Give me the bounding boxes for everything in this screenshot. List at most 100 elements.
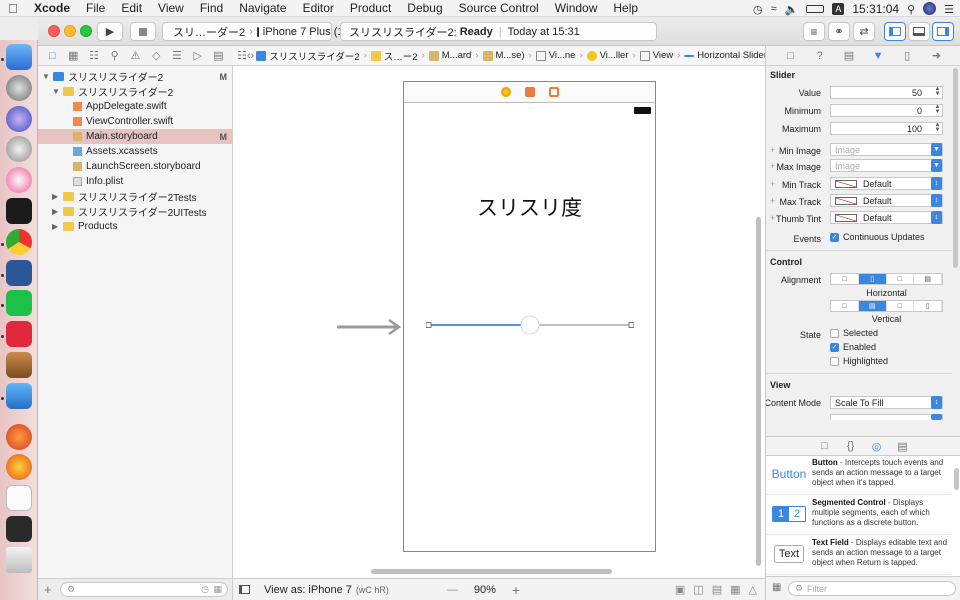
object-library-icon[interactable]: ◎	[871, 440, 883, 453]
view-controller-icon[interactable]	[501, 87, 511, 97]
battery-icon[interactable]	[806, 4, 825, 13]
continuous-updates-checkbox[interactable]: ✓ Continuous Updates	[830, 232, 925, 243]
tree-file-row[interactable]: Info.plist	[38, 174, 233, 189]
system-preferences-icon[interactable]	[6, 75, 32, 101]
identity-inspector-icon[interactable]: ▤	[843, 50, 855, 62]
test-navigator-diamond-icon[interactable]: ◇	[150, 50, 162, 62]
library-item-text-field[interactable]: Text Text Field - Displays editable text…	[766, 536, 951, 575]
vivaldi-icon[interactable]	[6, 321, 32, 347]
minimum-field[interactable]: 0 ▲ ▼	[830, 104, 943, 117]
align-top-icon[interactable]: □	[831, 301, 859, 311]
symbol-navigator-icon[interactable]: ☷	[88, 50, 100, 62]
menu-debug[interactable]: Debug	[399, 1, 450, 15]
activity-monitor-icon[interactable]	[6, 516, 32, 542]
source-control-icon[interactable]: ▦	[67, 50, 79, 62]
size-class-label[interactable]: (wC hR)	[356, 585, 389, 595]
vertical-alignment-segmented[interactable]: □ ▤ □ ▯	[830, 300, 943, 312]
tree-group-row[interactable]: ▶ Products	[38, 219, 233, 234]
content-mode-select[interactable]: Scale To Fill ↕	[830, 396, 943, 409]
line-icon[interactable]	[6, 290, 32, 316]
add-variation-plus-icon[interactable]: +	[770, 179, 775, 189]
disclosure-open-icon[interactable]: ▼	[42, 72, 51, 81]
siri-icon[interactable]	[923, 2, 937, 15]
maximum-field[interactable]: 100 ▲ ▼	[830, 122, 943, 135]
debug-navigator-icon[interactable]: ☰	[171, 50, 183, 62]
resize-handle-right[interactable]	[628, 322, 634, 328]
menubar-clock[interactable]: 15:31:04	[852, 2, 899, 16]
zoom-window-button[interactable]	[80, 25, 92, 37]
align-left-icon[interactable]: □	[831, 274, 859, 284]
score-label[interactable]: スリスリ度	[404, 192, 655, 222]
xcode-dock-icon[interactable]	[6, 383, 32, 409]
align-center-icon[interactable]: ▯	[858, 274, 887, 284]
thumb-tint-color-select[interactable]: Default ↕	[830, 211, 943, 224]
code-snippet-library-braces-icon[interactable]: {}	[845, 440, 857, 452]
jumpbar-crumb-file[interactable]: M...ard	[427, 50, 474, 61]
view-controller-scene[interactable]: スリスリ度	[403, 81, 656, 552]
menu-find[interactable]: Find	[192, 1, 231, 15]
max-image-select[interactable]: Image ▼	[830, 159, 943, 172]
jumpbar-crumb-view[interactable]: View	[638, 50, 675, 61]
apple-menu-icon[interactable]: 	[0, 1, 26, 16]
align-bottom-icon[interactable]: □	[887, 301, 915, 311]
align-fill-icon[interactable]: ▤	[914, 274, 942, 284]
close-window-button[interactable]	[48, 25, 60, 37]
resize-handle-left[interactable]	[426, 322, 432, 328]
stepper-icon[interactable]: ▲ ▼	[933, 122, 942, 134]
instruments-icon[interactable]	[6, 352, 32, 378]
launchpad-icon[interactable]	[6, 136, 32, 162]
terminal-icon[interactable]	[6, 198, 32, 224]
align-middle-icon[interactable]: ▤	[858, 301, 887, 311]
stepper-icon[interactable]: ▲ ▼	[933, 104, 942, 116]
jumpbar-crumb-scene[interactable]: Vi...ne	[534, 50, 578, 61]
chrome-icon[interactable]	[6, 229, 32, 255]
add-variation-plus-icon[interactable]: +	[770, 213, 775, 223]
siri-dock-icon[interactable]	[6, 106, 32, 132]
menu-file[interactable]: File	[78, 1, 113, 15]
file-template-library-icon[interactable]: □	[819, 440, 831, 452]
attributes-inspector-icon[interactable]: ▼	[872, 50, 884, 62]
firefox-icon[interactable]	[6, 454, 32, 480]
finder-icon[interactable]	[6, 44, 32, 70]
tree-file-row[interactable]: ViewController.swift	[38, 114, 233, 129]
tree-group-row[interactable]: ▶ スリスリスライダー2UITests	[38, 204, 233, 219]
find-navigator-search-icon[interactable]: ⚲	[109, 50, 121, 62]
wifi-icon[interactable]: ≈	[771, 3, 777, 15]
tree-group-row[interactable]: ▶ スリスリスライダー2Tests	[38, 189, 233, 204]
assistant-editor-button[interactable]: ⚭	[828, 22, 850, 41]
tree-file-row-selected[interactable]: Main.storyboard M	[38, 129, 233, 144]
menu-app[interactable]: Xcode	[26, 1, 78, 15]
size-inspector-ruler-icon[interactable]: ▯	[901, 50, 913, 62]
scheme-selector[interactable]: スリ…ーダー2 › iPhone 7 Plus (10.2)	[162, 22, 362, 41]
align-icon[interactable]: ▤	[712, 583, 722, 596]
stop-button[interactable]	[130, 22, 156, 41]
disclosure-closed-icon[interactable]: ▶	[52, 207, 61, 216]
embed-in-stack-icon[interactable]: ◫	[693, 583, 703, 596]
inspector-scrollbar[interactable]	[953, 68, 958, 268]
menu-help[interactable]: Help	[605, 1, 646, 15]
zoom-out-button[interactable]: —	[447, 584, 458, 596]
zoom-level[interactable]: 90%	[474, 584, 496, 596]
media-library-icon[interactable]: ▤	[897, 440, 909, 453]
disclosure-open-icon[interactable]: ▼	[52, 87, 61, 96]
recent-files-clock-icon[interactable]: ◷	[201, 584, 209, 595]
interface-builder-canvas[interactable]: スリスリ度	[233, 66, 765, 578]
notification-center-icon[interactable]: ☰	[944, 3, 954, 16]
input-source-icon[interactable]: A	[832, 2, 845, 15]
menu-source-control[interactable]: Source Control	[451, 1, 547, 15]
related-items-grid-icon[interactable]: ☷	[237, 50, 247, 62]
slider-thumb[interactable]	[520, 315, 540, 335]
min-track-color-select[interactable]: Default ↕	[830, 177, 943, 190]
menu-editor[interactable]: Editor	[295, 1, 342, 15]
horizontal-slider[interactable]	[426, 314, 634, 336]
connections-inspector-arrow-icon[interactable]: ➜	[930, 50, 942, 62]
word-icon[interactable]	[6, 260, 32, 286]
add-variation-plus-icon[interactable]: +	[770, 161, 775, 171]
canvas-vertical-scrollbar[interactable]	[756, 217, 761, 566]
issue-navigator-warning-icon[interactable]: ⚠	[129, 50, 141, 62]
jumpbar-crumb-project[interactable]: スリスリスライダー2	[254, 49, 361, 63]
document-icon[interactable]	[6, 485, 32, 511]
jumpbar-crumb-base[interactable]: M...se)	[481, 50, 527, 61]
project-navigator-folder-icon[interactable]: □	[46, 50, 58, 62]
value-field[interactable]: 50 ▲ ▼	[830, 86, 943, 99]
